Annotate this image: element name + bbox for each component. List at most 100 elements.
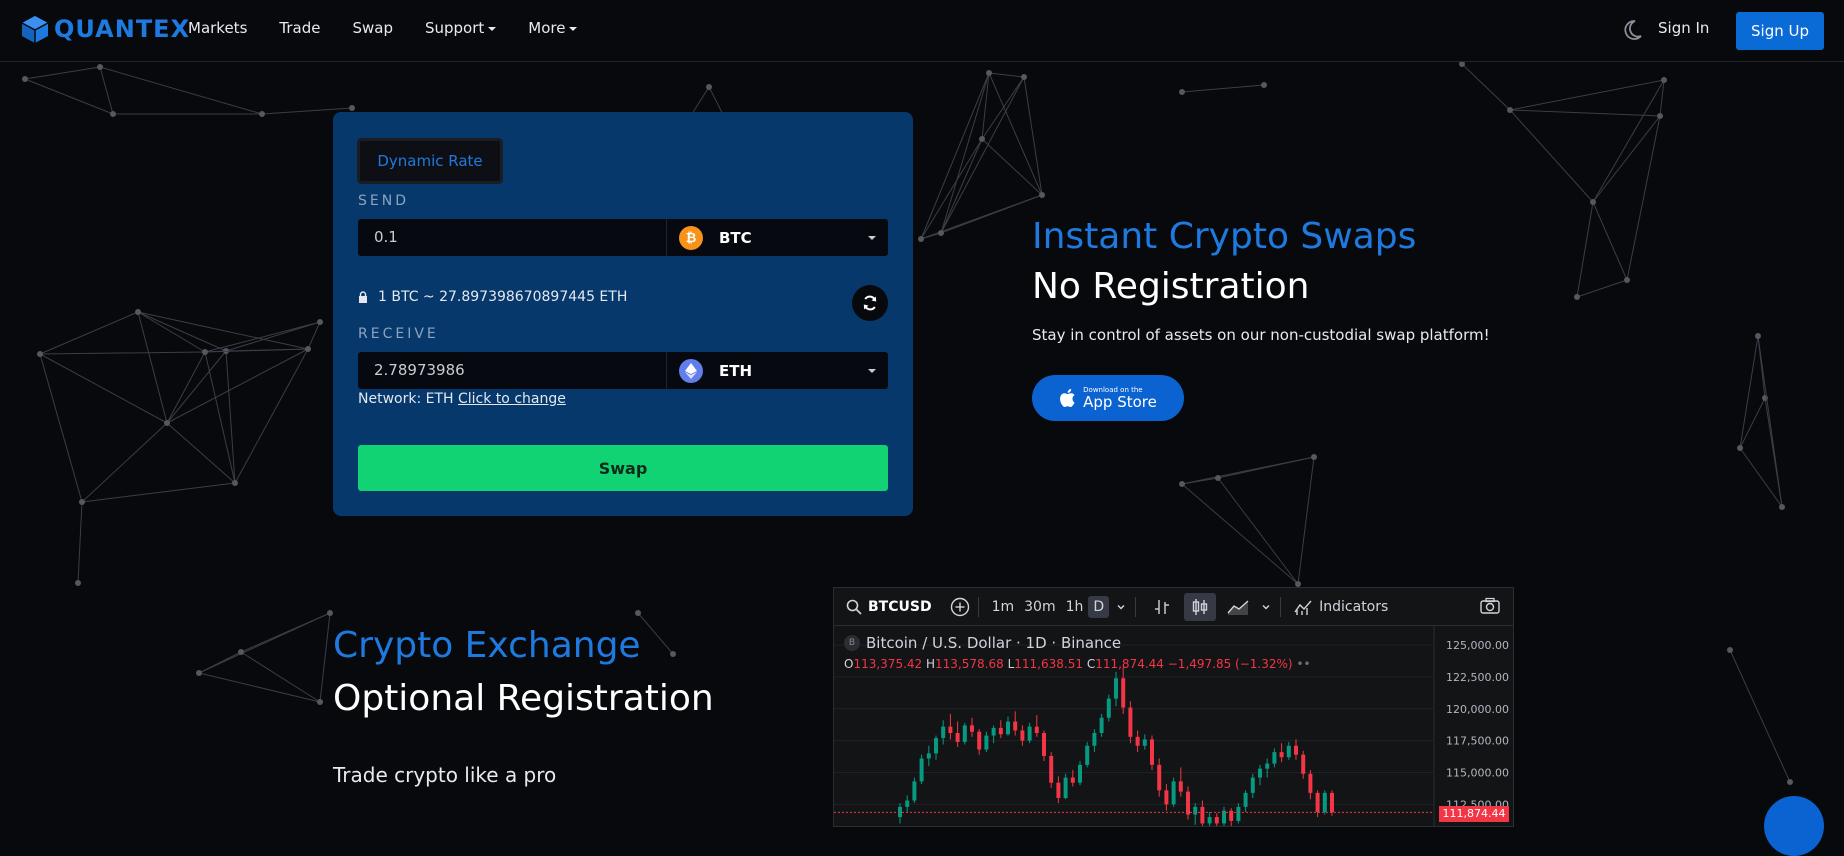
candle-body (1070, 777, 1075, 783)
y-tick-label: 122,500.00 (1446, 671, 1509, 684)
candle-body (1049, 755, 1054, 783)
exchange-title-white: Optional Registration (333, 678, 714, 719)
candle-body (1013, 721, 1018, 731)
candle-body (1106, 698, 1111, 718)
interval-1h[interactable]: 1h (1061, 596, 1089, 618)
chart-toolbar: BTCUSD 1m 30m 1h D Indicators (834, 588, 1513, 626)
interval-1d[interactable]: D (1088, 595, 1110, 618)
ethereum-icon (679, 358, 703, 383)
divider (977, 596, 979, 617)
candle-body (1006, 721, 1010, 735)
send-amount-input[interactable]: 0.1 (358, 219, 667, 256)
nav-markets[interactable]: Markets (188, 19, 247, 37)
nav-swap[interactable]: Swap (352, 19, 393, 37)
ohlc-readout: O113,375.42 H113,578.68 L111,638.51 C111… (844, 657, 1311, 671)
divider (1135, 596, 1137, 617)
symbol-search[interactable]: BTCUSD (846, 599, 932, 615)
chevron-down-icon (868, 236, 876, 240)
brand-logo[interactable]: QUANTEX (20, 14, 190, 44)
swap-button[interactable]: Swap (358, 445, 888, 491)
swap-direction-button[interactable] (852, 285, 888, 321)
receive-label: RECEIVE (358, 326, 439, 342)
candlestick-chart[interactable]: 125,000.00 122,500.00 120,000.00 117,500.00… (834, 626, 1513, 826)
send-coin-select[interactable]: ₿ BTC (667, 219, 888, 256)
candle-body (1186, 791, 1190, 815)
send-coin-name: BTC (719, 228, 752, 247)
area-chart-icon[interactable] (1226, 597, 1250, 617)
camera-icon[interactable] (1479, 596, 1501, 616)
binance-icon: B (844, 635, 860, 651)
ohlc-change: −1,497.85 (−1.32%) (1167, 657, 1293, 671)
candle-body (1265, 763, 1270, 769)
interval-30m[interactable]: 30m (1019, 596, 1060, 618)
chevron-down-icon[interactable] (1260, 601, 1272, 613)
brand-name: QUANTEX (54, 15, 191, 43)
receive-amount-input[interactable]: 2.78973986 (358, 352, 667, 389)
hero-title-white: No Registration (1032, 266, 1310, 307)
change-network-link[interactable]: Click to change (458, 391, 566, 407)
ohlc-close-label: C (1086, 657, 1096, 671)
cube-logo-icon (21, 16, 49, 43)
candle-body (934, 738, 938, 754)
ohlc-high-label: H (926, 657, 936, 671)
candle-body (1236, 806, 1241, 821)
candle-body (1171, 781, 1176, 805)
candle-body (1207, 817, 1212, 824)
last-price-tag: 111,874.44 (1439, 806, 1509, 822)
candle-body (1308, 773, 1313, 793)
apple-icon (1060, 388, 1075, 407)
more-dots-icon[interactable]: •• (1296, 657, 1310, 671)
candle-body (1034, 726, 1039, 734)
candle-body (1027, 726, 1032, 741)
candle-style-button[interactable] (1184, 592, 1217, 621)
candle-body (1214, 817, 1219, 824)
candle-body (1114, 678, 1118, 699)
dynamic-rate-button[interactable]: Dynamic Rate (357, 138, 503, 184)
candle-body (1020, 730, 1025, 741)
nav-trade[interactable]: Trade (279, 19, 320, 37)
exchange-rate-text: 1 BTC ~ 27.897398670897445 ETH (378, 289, 628, 305)
exchange-subtitle: Trade crypto like a pro (333, 763, 557, 787)
receive-coin-select[interactable]: ETH (667, 352, 888, 389)
candle-body (1258, 768, 1262, 778)
candle-body (1272, 752, 1277, 764)
candle-body (1294, 745, 1298, 755)
chart-title: B Bitcoin / U.S. Dollar · 1D · Binance (844, 634, 1121, 652)
candle-body (1193, 806, 1198, 815)
interval-1m[interactable]: 1m (987, 596, 1020, 618)
app-store-button[interactable]: Download on the App Store (1032, 375, 1184, 421)
chevron-down-icon (569, 26, 578, 31)
refresh-icon (863, 295, 877, 311)
sign-in-link[interactable]: Sign In (1658, 19, 1709, 37)
nav-support[interactable]: Support (425, 19, 497, 37)
lock-icon (359, 291, 367, 303)
app-store-big: App Store (1083, 393, 1157, 411)
add-symbol-icon[interactable] (950, 597, 970, 617)
candle-body (1157, 764, 1162, 791)
candle-body (912, 781, 917, 801)
chat-widget-button[interactable] (1764, 796, 1824, 856)
candle-body (1150, 739, 1154, 765)
y-tick-label: 125,000.00 (1446, 639, 1509, 652)
bitcoin-icon: ₿ (679, 225, 703, 250)
bar-chart-style-icon[interactable] (1152, 597, 1172, 617)
candle-body (1243, 792, 1248, 807)
nav-more[interactable]: More (528, 19, 578, 37)
chevron-down-icon (868, 369, 876, 373)
moon-icon[interactable] (1620, 18, 1644, 42)
candle-body (1322, 792, 1327, 812)
candle-body (1315, 792, 1320, 812)
candle-body (977, 731, 982, 750)
receive-field: 2.78973986 ETH (358, 352, 888, 389)
y-tick-label: 115,000.00 (1446, 766, 1509, 779)
ohlc-high: 113,578.68 (935, 657, 1004, 671)
chevron-down-icon[interactable] (1115, 601, 1127, 613)
chart-title-text: Bitcoin / U.S. Dollar · 1D · Binance (866, 634, 1122, 652)
y-tick-label: 117,500.00 (1446, 735, 1509, 748)
tradingview-widget: BTCUSD 1m 30m 1h D Indicators 125,000.00… (833, 587, 1514, 827)
symbol-name: BTCUSD (868, 598, 932, 615)
sign-up-button[interactable]: Sign Up (1736, 12, 1824, 50)
receive-coin-name: ETH (719, 361, 753, 380)
ohlc-open: 113,375.42 (853, 657, 923, 671)
indicators-button[interactable]: Indicators (1293, 597, 1388, 617)
